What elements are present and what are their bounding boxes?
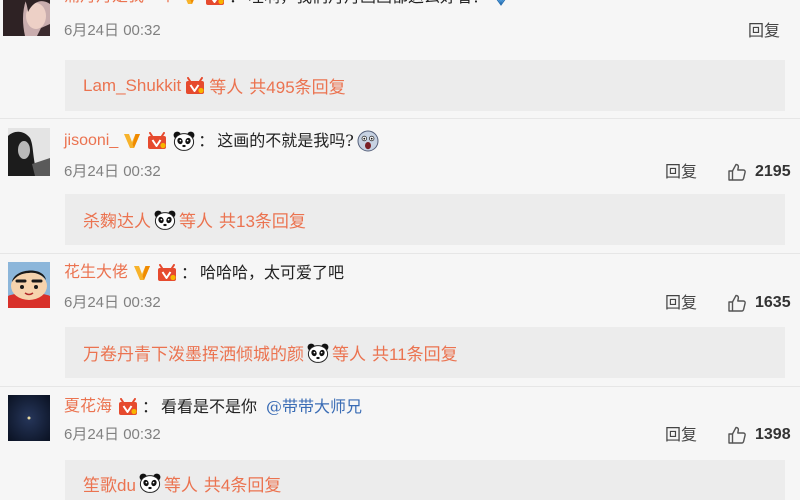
comment-content-row: jisooni_ ： 这画的不就是我吗? (64, 129, 379, 153)
comment-date: 6月24日 00:32 (64, 426, 161, 443)
reply-count-link[interactable]: 共4条回复 (204, 471, 281, 496)
like-count: 1398 (755, 426, 791, 443)
comment-username[interactable]: jisooni_ (64, 129, 118, 153)
comment-username[interactable]: 蒲丹丹是我一个 (64, 0, 176, 9)
divider (0, 118, 800, 119)
divider (0, 386, 800, 387)
comment-content-row: 夏花海 ： 看看是不是你 @带带大师兄 (64, 395, 362, 419)
reply-button[interactable]: 回复 (748, 20, 780, 42)
reply-button[interactable]: 回复 (665, 424, 697, 446)
reply-first-user[interactable]: 杀麴达人 (83, 207, 151, 232)
reply-others-label: 等人 (209, 78, 244, 97)
panda-emoji-icon (139, 473, 161, 493)
verified-v-icon (133, 264, 151, 282)
member-badge-icon[interactable] (117, 398, 139, 416)
replies-summary[interactable]: 笙歌du 等人 共4条回复 (65, 460, 785, 500)
member-badge-icon[interactable] (204, 0, 226, 6)
comment-list: 蒲丹丹是我一个 ： 哇啊，我们丹丹画画都这么好看！ 6月24日 00:32 回复… (0, 0, 800, 500)
name-separator: ： (142, 397, 159, 416)
comment-content-row: 花生大佬 ： 哈哈哈，太可爱了吧 (64, 261, 344, 285)
member-badge-icon[interactable] (146, 132, 168, 150)
comment-date: 6月24日 00:32 (64, 294, 161, 311)
like-count: 1635 (755, 294, 791, 311)
comment-username[interactable]: 花生大佬 (64, 261, 128, 285)
replies-summary[interactable]: Lam_Shukkit 等人 共495条回复 (65, 60, 785, 111)
reply-button[interactable]: 回复 (665, 161, 697, 183)
reply-count-link[interactable]: 共495条回复 (249, 73, 345, 98)
reply-others-label: 等人 (332, 345, 366, 364)
user-avatar[interactable] (3, 0, 50, 36)
reply-others-label: 等人 (163, 475, 198, 495)
name-separator: ： (181, 263, 198, 282)
user-avatar[interactable] (8, 395, 50, 441)
member-badge-icon[interactable] (156, 264, 178, 282)
replies-summary[interactable]: 万卷丹青下泼墨挥洒倾城的颜 等人 共11条回复 (65, 327, 785, 378)
thumbs-up-icon[interactable] (727, 425, 747, 445)
panda-emoji-icon (307, 343, 329, 363)
comment-text: 这画的不就是我吗? (217, 131, 354, 150)
member-badge-icon (184, 77, 206, 95)
comment-meta-row: 6月24日 00:32 回复 2195 (64, 161, 800, 183)
comment-meta-row: 6月24日 00:32 回复 (64, 20, 800, 42)
user-avatar[interactable] (8, 128, 50, 176)
reply-count-link[interactable]: 共13条回复 (219, 207, 306, 232)
comment-text: 哇啊，我们丹丹画画都这么好看！ (248, 0, 488, 9)
panda-emoji-icon (154, 210, 176, 230)
name-separator: ： (198, 131, 215, 150)
comment-date: 6月24日 00:32 (64, 22, 161, 39)
comment-username[interactable]: 夏花海 (64, 395, 112, 419)
comment-meta-row: 6月24日 00:32 回复 1398 (64, 424, 800, 446)
reply-first-user[interactable]: 万卷丹青下泼墨挥洒倾城的颜 (83, 340, 304, 365)
comment-content-row: 蒲丹丹是我一个 ： 哇啊，我们丹丹画画都这么好看！ (64, 0, 511, 9)
name-separator: ： (229, 0, 245, 9)
reply-first-user[interactable]: 笙歌du (83, 471, 136, 496)
diamond-emoji-icon (491, 0, 511, 6)
comment-text: 看看是不是你 (161, 397, 258, 416)
user-avatar[interactable] (8, 262, 50, 308)
comment-date: 6月24日 00:32 (64, 163, 161, 180)
reply-others-label: 等人 (179, 212, 213, 231)
verified-v-icon (181, 0, 199, 6)
comment-meta-row: 6月24日 00:32 回复 1635 (64, 292, 800, 314)
reply-first-user[interactable]: Lam_Shukkit (83, 76, 181, 96)
divider (0, 253, 800, 254)
panda-emoji-icon (173, 131, 195, 151)
verified-v-icon (123, 132, 141, 150)
thumbs-up-icon[interactable] (727, 162, 747, 182)
mention-link[interactable]: @带带大师兄 (266, 395, 362, 419)
comment-text: 哈哈哈，太可爱了吧 (200, 263, 345, 282)
shocked-face-emoji-icon (357, 130, 379, 152)
like-count: 2195 (755, 163, 791, 180)
reply-button[interactable]: 回复 (665, 292, 697, 314)
replies-summary[interactable]: 杀麴达人 等人 共13条回复 (65, 194, 785, 245)
thumbs-up-icon[interactable] (727, 293, 747, 313)
reply-count-link[interactable]: 共11条回复 (372, 340, 458, 365)
